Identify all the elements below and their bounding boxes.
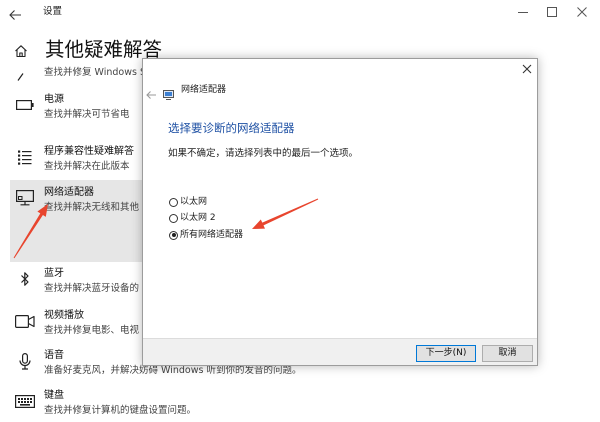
- dialog-instruction: 如果不确定，请选择列表中的最后一个选项。: [168, 148, 359, 159]
- item-title: 键盘: [44, 390, 64, 401]
- back-arrow-icon[interactable]: [8, 6, 22, 20]
- radio-button[interactable]: [169, 213, 178, 223]
- radio-button[interactable]: [169, 230, 178, 240]
- maximize-icon[interactable]: [545, 5, 559, 19]
- home-icon[interactable]: [14, 43, 28, 58]
- option-label: 所有网络适配器: [180, 230, 244, 240]
- item-description: 查找并解决蓝牙设备的: [44, 283, 140, 294]
- network-adapter-troubleshooter-dialog: 网络适配器 选择要诊断的网络适配器 如果不确定，请选择列表中的最后一个选项。 以…: [142, 58, 538, 366]
- item-description: 查找并解决无线和其他: [44, 202, 140, 213]
- microphone-icon: [14, 350, 36, 372]
- troubleshooter-item-keyboard[interactable]: 键盘 查找并修复计算机的键盘设置问题。: [0, 390, 560, 420]
- adapter-option-ethernet-2[interactable]: 以太网 2: [169, 212, 369, 224]
- item-title: 视频播放: [44, 310, 84, 321]
- item-description: 准备好麦克风，并解决妨碍 Windows 听到你的发音的问题。: [44, 365, 302, 376]
- dialog-footer: 下一步(N) 取消: [143, 338, 537, 365]
- next-button[interactable]: 下一步(N): [416, 345, 476, 362]
- item-description: 查找并解决可节省电: [44, 109, 130, 120]
- dialog-heading: 选择要诊断的网络适配器: [168, 121, 295, 135]
- partial-item-description: 查找并修复 Windows S: [44, 67, 146, 78]
- item-title: 程序兼容性疑难解答: [44, 146, 134, 157]
- item-title: 网络适配器: [44, 187, 94, 198]
- cancel-button[interactable]: 取消: [482, 345, 533, 362]
- battery-icon: [14, 94, 36, 116]
- dialog-close-icon[interactable]: [521, 63, 533, 75]
- keyboard-icon: [14, 390, 36, 412]
- minimize-icon[interactable]: [516, 5, 530, 19]
- close-icon[interactable]: [575, 5, 589, 19]
- bluetooth-icon: [14, 268, 36, 290]
- video-camera-icon: [14, 310, 36, 332]
- item-title: 语音: [44, 350, 64, 361]
- item-title: 蓝牙: [44, 268, 64, 279]
- adapter-option-ethernet[interactable]: 以太网: [169, 196, 369, 208]
- option-label: 以太网: [180, 197, 208, 207]
- adapter-option-all-adapters[interactable]: 所有网络适配器: [169, 229, 369, 241]
- option-label: 以太网 2: [180, 213, 216, 223]
- window-title: 设置: [43, 6, 63, 17]
- network-troubleshooter-icon: [163, 85, 174, 100]
- item-description: 查找并修复电影、电视: [44, 325, 140, 336]
- network-adapter-icon: [14, 187, 36, 209]
- item-description: 查找并修复计算机的键盘设置问题。: [44, 405, 197, 416]
- partial-item-icon: [17, 66, 24, 81]
- item-description: 查找并解决在此版本: [44, 161, 130, 172]
- radio-button[interactable]: [169, 197, 178, 207]
- dialog-back-arrow-icon[interactable]: [145, 85, 157, 99]
- program-list-icon: [14, 146, 36, 168]
- dialog-title: 网络适配器: [181, 85, 227, 95]
- item-title: 电源: [44, 94, 64, 105]
